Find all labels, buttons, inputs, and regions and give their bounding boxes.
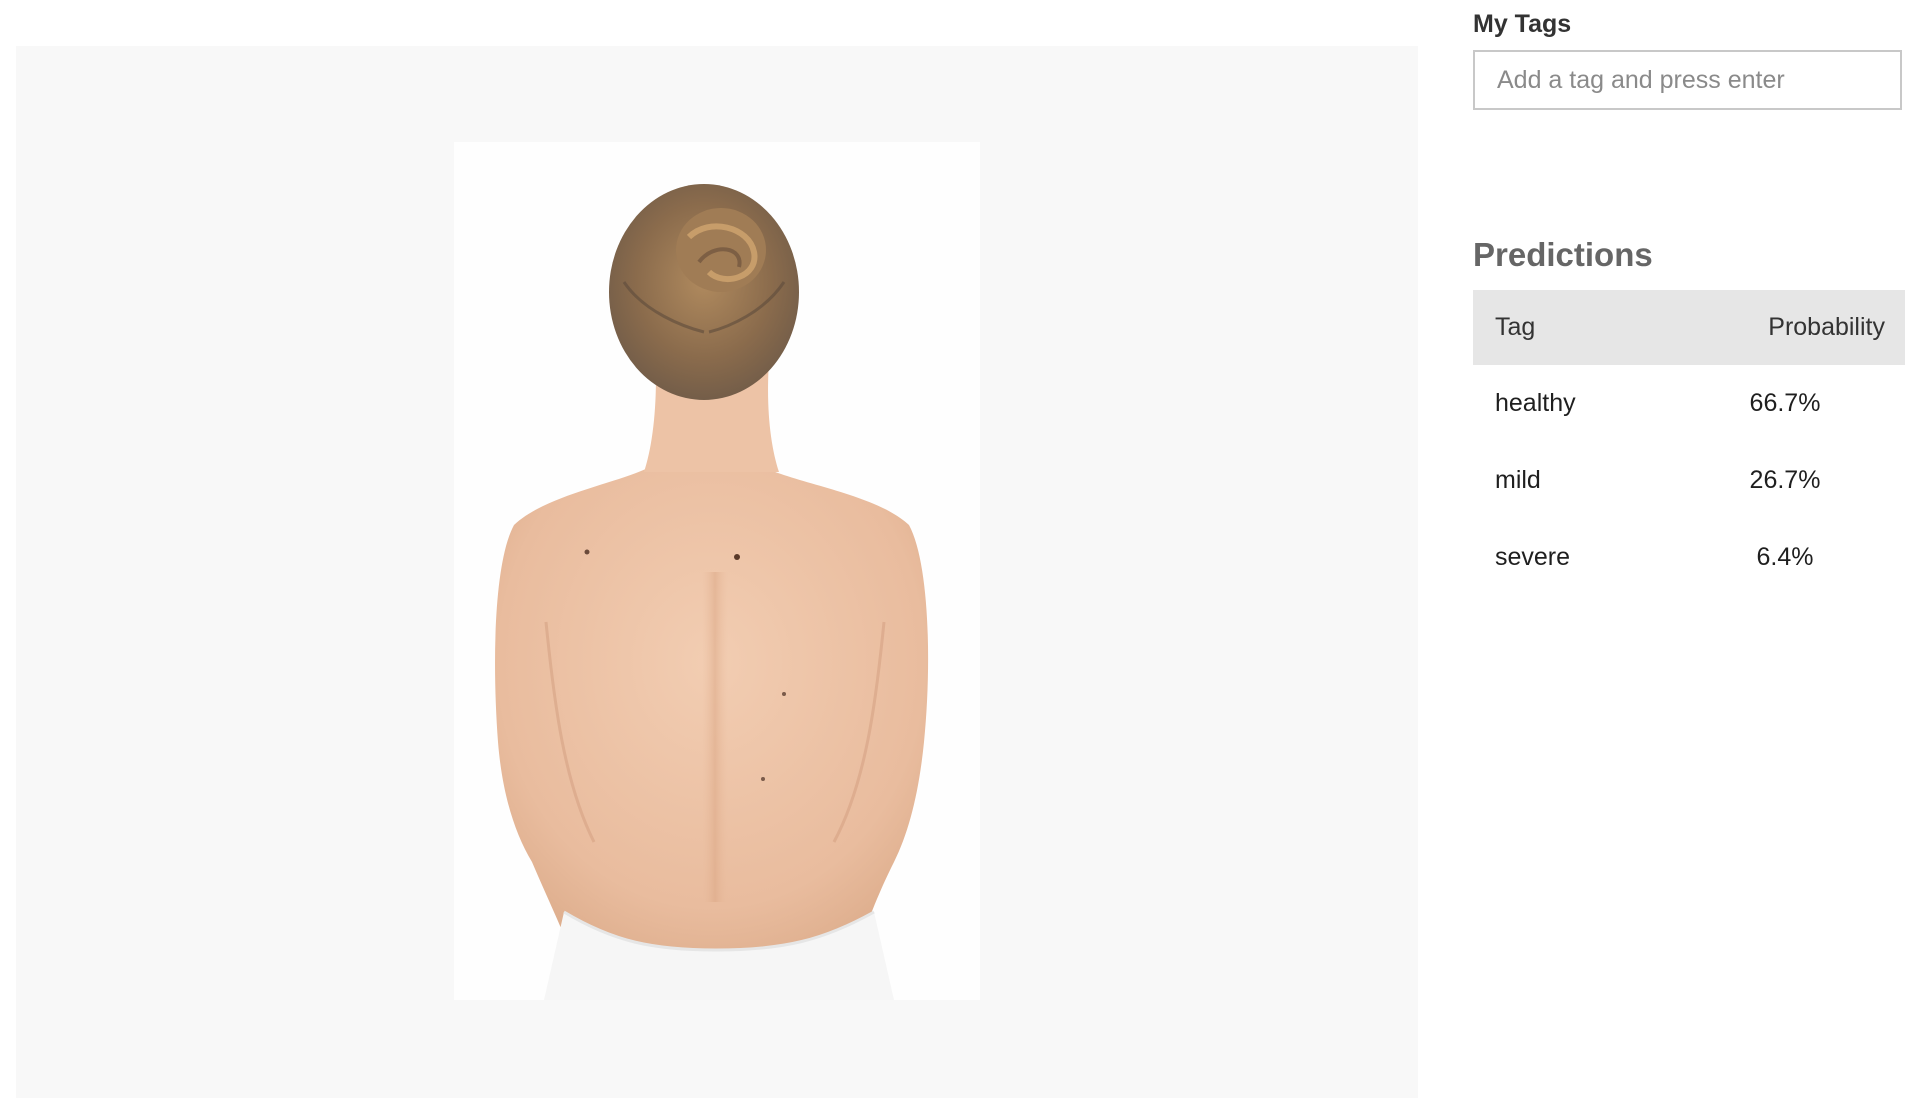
prediction-probability-cell: 6.4% bbox=[1735, 519, 1905, 596]
predictions-table: Tag Probability healthy 66.7% mild 26.7%… bbox=[1473, 290, 1905, 596]
subject-photo bbox=[454, 142, 980, 1000]
prediction-probability-cell: 26.7% bbox=[1735, 442, 1905, 519]
predictions-title: Predictions bbox=[1473, 236, 1653, 273]
page: My Tags Predictions Tag Probability heal… bbox=[0, 0, 1916, 1110]
prediction-probability-cell: 66.7% bbox=[1735, 365, 1905, 442]
add-tag-input[interactable] bbox=[1473, 50, 1902, 110]
prediction-tag: healthy bbox=[1495, 389, 1576, 417]
prediction-tag: severe bbox=[1495, 543, 1571, 571]
table-row: severe 6.4% bbox=[1473, 519, 1905, 596]
tags-panel: My Tags Predictions Tag Probability heal… bbox=[1473, 0, 1905, 1110]
probability-column-header: Probability bbox=[1735, 290, 1905, 365]
prediction-probability: 6.4% bbox=[1756, 543, 1814, 571]
prediction-tag: mild bbox=[1495, 466, 1541, 494]
my-tags-title: My Tags bbox=[1473, 10, 1572, 38]
prediction-probability: 26.7% bbox=[1749, 466, 1821, 494]
back-photo-illustration bbox=[454, 142, 980, 1000]
prediction-probability: 66.7% bbox=[1749, 389, 1821, 417]
tag-column-header: Tag bbox=[1473, 290, 1735, 365]
image-viewer bbox=[16, 46, 1418, 1098]
predictions-header-row: Tag Probability bbox=[1473, 290, 1905, 365]
table-row: mild 26.7% bbox=[1473, 442, 1905, 519]
table-row: healthy 66.7% bbox=[1473, 365, 1905, 442]
